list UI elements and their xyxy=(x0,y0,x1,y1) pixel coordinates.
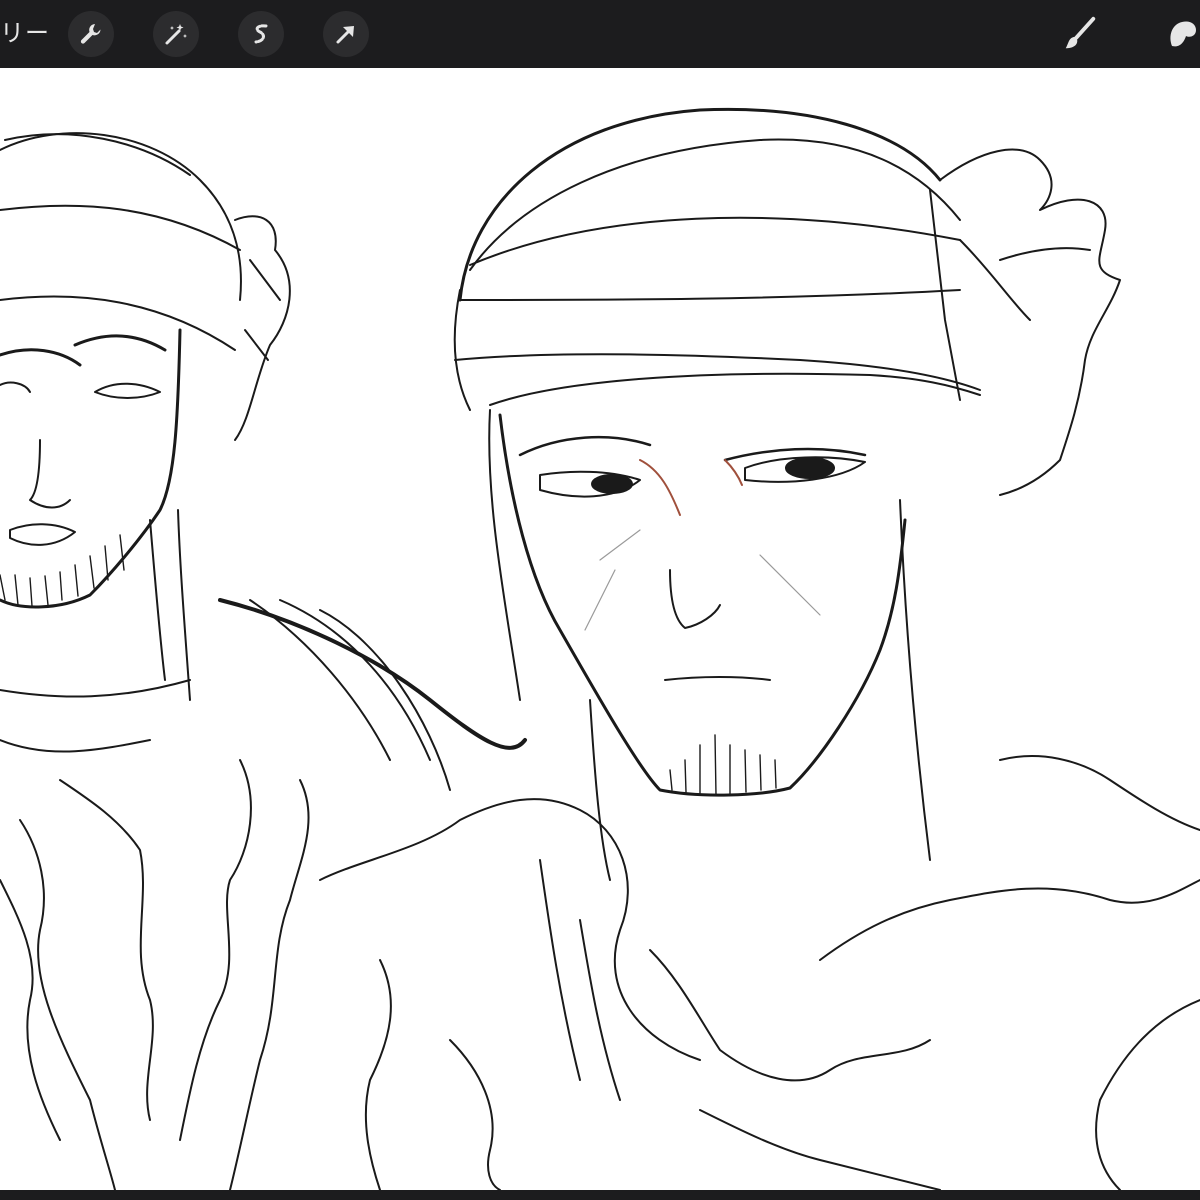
brush-tool-button[interactable] xyxy=(1056,10,1104,58)
magic-wand-icon xyxy=(165,24,187,45)
sketch-artwork xyxy=(0,107,1200,1190)
bottom-edge-bar xyxy=(0,1190,1200,1200)
actions-wrench-button[interactable] xyxy=(68,11,114,57)
right-figure-mouth xyxy=(664,676,771,681)
selection-button[interactable] xyxy=(238,11,284,57)
drawing-canvas[interactable] xyxy=(0,68,1200,1190)
transform-button[interactable] xyxy=(323,11,369,57)
smudge-finger-icon xyxy=(1170,21,1196,47)
brush-icon xyxy=(1065,16,1096,49)
wrench-icon xyxy=(80,24,101,44)
right-figure-bow xyxy=(939,148,1121,496)
right-figure-nose xyxy=(669,569,721,629)
right-figure-collar xyxy=(319,755,1200,1061)
gallery-button[interactable]: リー xyxy=(0,16,50,50)
right-figure-brow-left xyxy=(518,435,652,457)
left-figure-head-outline xyxy=(0,132,242,301)
left-figure-headband xyxy=(0,204,241,351)
left-figure-eye xyxy=(94,382,161,399)
left-figure-mouth xyxy=(9,523,76,546)
right-figure-head-outline xyxy=(458,107,942,302)
left-figure-brow xyxy=(0,334,167,367)
arrow-cursor-icon xyxy=(336,26,354,44)
top-toolbar: リー xyxy=(0,0,1200,68)
adjustments-button[interactable] xyxy=(153,11,199,57)
smudge-tool-button[interactable] xyxy=(1158,10,1200,58)
selection-s-icon xyxy=(254,24,268,44)
right-figure-headband xyxy=(454,216,981,391)
